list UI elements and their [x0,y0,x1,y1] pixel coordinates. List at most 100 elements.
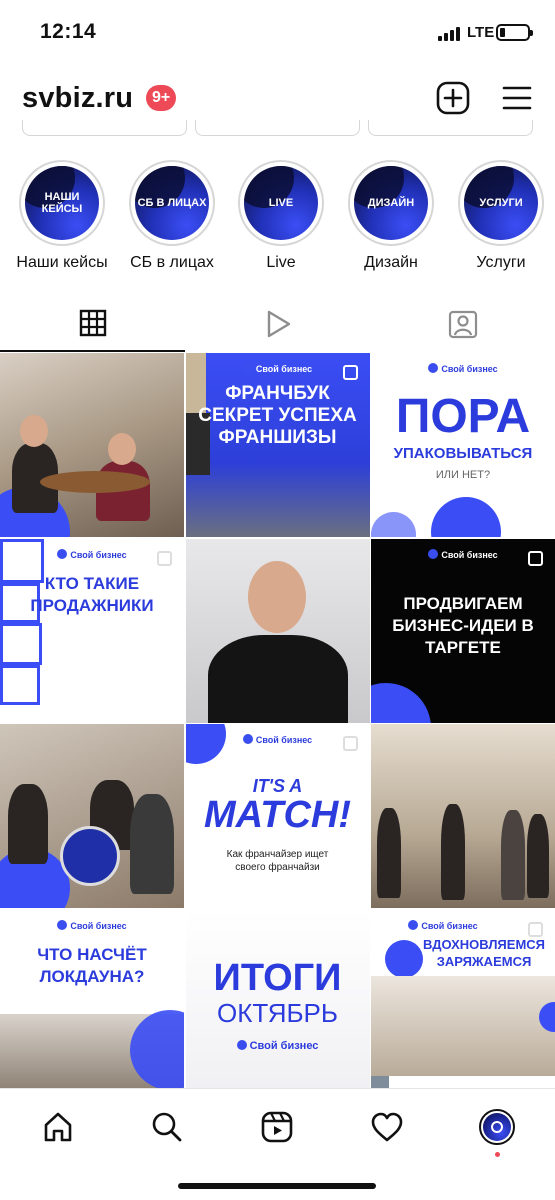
post-thumbnail[interactable]: ИТОГИ ОКТЯБРЬ Свой бизнес [185,909,370,1094]
status-time: 12:14 [40,20,97,43]
network-type: LTE [467,24,495,41]
post-note: Как франчайзер ищет своего франчайзи [226,849,329,873]
highlight-ring: СБ В ЛИЦАХ [129,160,215,246]
post-thumbnail[interactable]: Свой бизнес IT'S A MATCH! Как франчайзер… [185,724,370,908]
post-brand: Свой бизнес [0,920,184,931]
highlight-item[interactable]: LIVE Live [225,160,337,272]
carousel-icon [342,365,358,380]
notifications-badge[interactable]: 9+ [146,85,177,111]
profile-action-button[interactable] [22,120,187,136]
highlight-cover-text: СБ В ЛИЦАХ [137,197,207,209]
battery-icon [496,24,533,41]
search-icon [152,1112,182,1142]
highlight-ring: УСЛУГИ [458,160,544,246]
highlight-cover: УСЛУГИ [464,166,538,240]
nav-home[interactable] [38,1107,78,1147]
highlight-cover: НАШИ КЕЙСЫ [25,166,99,240]
tab-posts-grid[interactable] [0,296,185,352]
carousel-icon [528,921,543,937]
menu-button[interactable] [502,85,532,111]
post-thumbnail[interactable]: Свой бизнес КТО ТАКИЕ ПРОДАЖНИКИ [0,538,184,723]
story-highlights: НАШИ КЕЙСЫ Наши кейсы СБ В ЛИЦАХ СБ в ли… [0,160,555,280]
highlight-label: Дизайн [364,254,418,271]
post-subheadline: MATCH! [203,794,352,836]
create-button[interactable] [436,81,470,115]
nav-activity[interactable] [367,1107,407,1147]
person-avatar [0,622,42,665]
nav-reels[interactable] [257,1107,297,1147]
highlight-label: Наши кейсы [16,254,108,271]
post-brand: Свой бизнес [186,363,370,374]
profile-action-buttons [0,120,555,138]
post-thumbnail[interactable]: Свой бизнес ФРАНЧБУК СЕКРЕТ УСПЕХА ФРАНШ… [185,353,370,537]
highlight-cover-text: НАШИ КЕЙСЫ [41,191,83,215]
avatar-image [483,1113,511,1141]
highlight-cover-text: УСЛУГИ [479,197,523,209]
tagged-person-icon [448,310,477,339]
profile-tabs [0,296,555,352]
heart-icon [371,1112,403,1142]
post-headline: ИТОГИ [213,956,342,999]
highlight-label: Live [266,254,296,271]
nav-profile[interactable] [477,1107,517,1147]
highlight-item[interactable]: УСЛУГИ Услуги [445,160,555,272]
decor-blob [431,497,501,537]
plus-square-icon [436,81,470,115]
post-brand: Свой бизнес [371,920,535,931]
profile-avatar [479,1109,515,1145]
post-thumbnail[interactable]: Свой бизнес ПОРА УПАКОВЫВАТЬСЯ ИЛИ НЕТ? [371,353,555,537]
post-thumbnail[interactable]: Свой бизнес ПРОДВИГАЕМ БИЗНЕС-ИДЕИ В ТАР… [371,538,555,723]
profile-notification-dot [495,1152,500,1157]
carousel-icon [157,550,172,566]
post-headline: КТО ТАКИЕ ПРОДАЖНИКИ [30,573,154,615]
tab-tagged[interactable] [370,296,555,352]
highlight-cover: ДИЗАЙН [354,166,428,240]
person-figure [377,808,401,898]
post-thumbnail[interactable]: Свой бизнес ЧТО НАСЧЁТ ЛОКДАУНА? [0,909,184,1094]
person-figure [8,784,48,864]
post-thumbnail[interactable] [0,353,184,537]
decor-blob [371,512,416,537]
nav-search[interactable] [147,1107,187,1147]
logo-mark [491,1121,503,1133]
reels-icon [261,1111,293,1143]
post-headline: ПРОДВИГАЕМ БИЗНЕС-ИДЕИ В ТАРГЕТЕ [392,593,534,657]
username-switcher[interactable]: svbiz.ru [22,82,133,115]
carousel-icon [342,736,358,751]
profile-header: svbiz.ru 9+ [0,72,555,126]
profile-action-button[interactable] [368,120,533,136]
profile-action-button[interactable] [195,120,360,136]
table-shape [40,471,150,493]
hamburger-menu-icon [502,86,532,110]
post-thumbnail[interactable] [0,724,184,908]
play-icon [267,310,290,338]
highlight-ring: НАШИ КЕЙСЫ [19,160,105,246]
person-figure [527,814,549,898]
person-figure [501,810,525,900]
person-figure [441,804,465,900]
tab-reels[interactable] [185,296,370,352]
highlight-item[interactable]: ДИЗАЙН Дизайн [335,160,447,272]
post-headline: ЧТО НАСЧЁТ ЛОКДАУНА? [37,944,147,986]
post-subheadline: ОКТЯБРЬ [217,997,338,1028]
posts-grid: Свой бизнес ФРАНЧБУК СЕКРЕТ УСПЕХА ФРАНШ… [0,353,555,1094]
person-head [108,433,136,465]
signal-icon [438,27,460,41]
person-figure [207,634,348,723]
grid-icon [79,309,106,337]
highlight-cover: LIVE [244,166,318,240]
post-brand: Свой бизнес [186,1040,370,1052]
highlight-label: СБ в лицах [130,254,214,271]
highlight-ring: ДИЗАЙН [348,160,434,246]
highlight-item[interactable]: НАШИ КЕЙСЫ Наши кейсы [6,160,118,272]
post-thumbnail[interactable]: Свой бизнес ВДОХНОВЛЯЕМСЯ ЗАРЯЖАЕМСЯ [371,909,555,1094]
highlight-label: Услуги [476,254,526,271]
highlight-item[interactable]: СБ В ЛИЦАХ СБ в лицах [116,160,228,272]
post-thumbnail[interactable] [371,724,555,908]
post-thumbnail[interactable] [185,538,370,723]
highlight-cover-text: ДИЗАЙН [367,197,415,209]
home-icon [44,1112,72,1142]
decor-blob [185,724,226,764]
highlight-cover-text: LIVE [268,197,294,209]
carousel-icon [528,550,543,566]
